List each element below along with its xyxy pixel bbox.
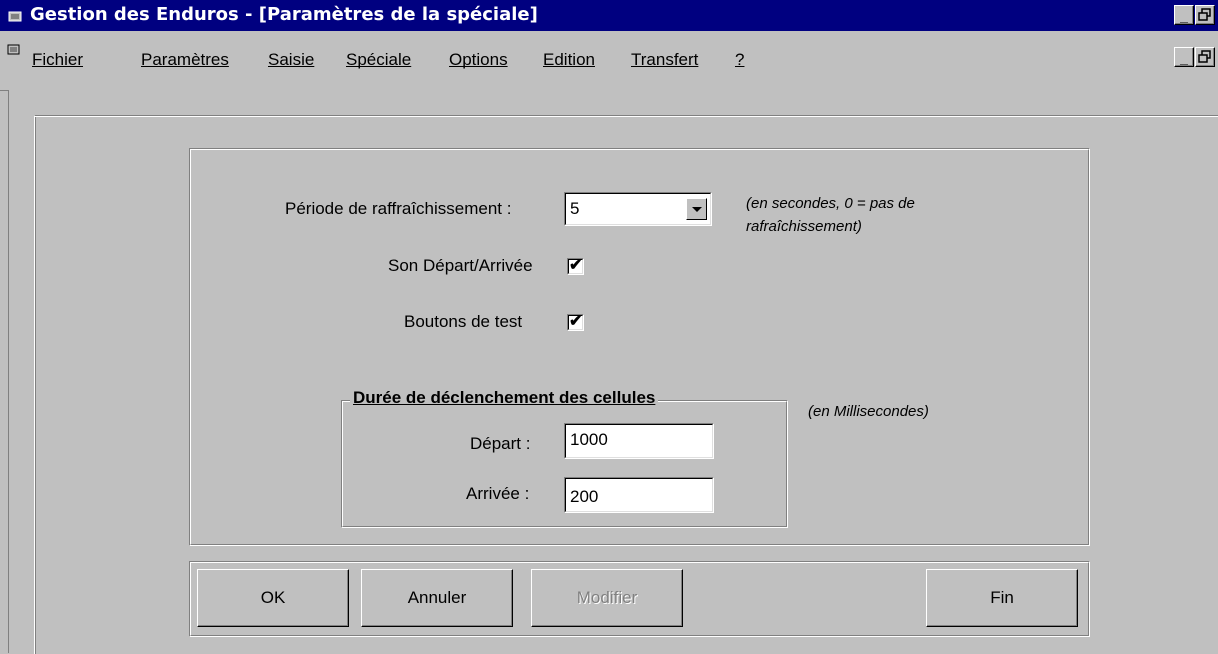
arrivee-label: Arrivée : xyxy=(466,484,530,503)
menu-bar: Fichier Paramètres Saisie Spéciale Optio… xyxy=(0,31,1218,91)
restore-button[interactable] xyxy=(1195,5,1215,25)
cells-fieldset-title: Durée de déclenchement des cellules xyxy=(350,388,659,408)
menu-transfert[interactable]: Transfert xyxy=(631,50,698,70)
depart-value: 1000 xyxy=(570,430,608,449)
refresh-note-line1: (en secondes, 0 = pas de xyxy=(746,195,915,212)
test-buttons-label: Boutons de test xyxy=(404,312,523,331)
cancel-button[interactable]: Annuler xyxy=(361,569,513,627)
minimize-icon: _ xyxy=(1180,8,1188,24)
restore-icon xyxy=(1198,8,1211,21)
window-title: Gestion des Enduros - [Paramètres de la … xyxy=(30,4,538,25)
document-icon[interactable] xyxy=(6,41,22,57)
refresh-value: 5 xyxy=(570,199,580,218)
menu-saisie[interactable]: Saisie xyxy=(268,50,314,70)
modify-button-label: Modifier xyxy=(576,588,638,607)
end-button[interactable]: Fin xyxy=(926,569,1078,627)
mdi-restore-button[interactable] xyxy=(1195,47,1215,67)
arrivee-input[interactable]: 200 xyxy=(564,477,714,513)
test-buttons-checkbox[interactable]: ✔ xyxy=(567,313,584,331)
depart-label: Départ : xyxy=(470,434,531,453)
refresh-combobox[interactable]: 5 xyxy=(564,192,712,226)
menu-speciale[interactable]: Spéciale xyxy=(346,50,411,70)
menu-fichier[interactable]: Fichier xyxy=(32,50,83,70)
refresh-label: Période de raffraîchissement : xyxy=(285,199,512,218)
ok-button[interactable]: OK xyxy=(197,569,349,627)
depart-input[interactable]: 1000 xyxy=(564,423,714,459)
checkmark-icon: ✔ xyxy=(569,313,583,330)
combo-dropdown-button[interactable] xyxy=(686,198,707,220)
sound-label: Son Départ/Arrivée xyxy=(388,256,533,275)
menu-edition[interactable]: Edition xyxy=(543,50,595,70)
app-icon[interactable] xyxy=(8,9,24,23)
menu-help[interactable]: ? xyxy=(735,50,744,70)
cancel-button-label: Annuler xyxy=(407,588,467,607)
menu-options[interactable]: Options xyxy=(449,50,508,70)
menu-parametres[interactable]: Paramètres xyxy=(141,50,229,70)
title-bar: Gestion des Enduros - [Paramètres de la … xyxy=(0,0,1218,31)
mdi-minimize-icon: _ xyxy=(1180,50,1188,66)
chevron-down-icon xyxy=(692,207,702,212)
minimize-button[interactable]: _ xyxy=(1174,5,1194,25)
cells-note: (en Millisecondes) xyxy=(808,403,929,420)
arrivee-value: 200 xyxy=(570,487,599,506)
end-button-label: Fin xyxy=(990,588,1014,607)
checkmark-icon: ✔ xyxy=(569,257,583,274)
sound-checkbox[interactable]: ✔ xyxy=(567,257,584,275)
mdi-restore-icon xyxy=(1198,50,1211,63)
ok-button-label: OK xyxy=(260,588,286,607)
refresh-note-line2: rafraîchissement) xyxy=(746,218,862,235)
mdi-minimize-button[interactable]: _ xyxy=(1174,47,1194,67)
modify-button[interactable]: Modifier xyxy=(531,569,683,627)
